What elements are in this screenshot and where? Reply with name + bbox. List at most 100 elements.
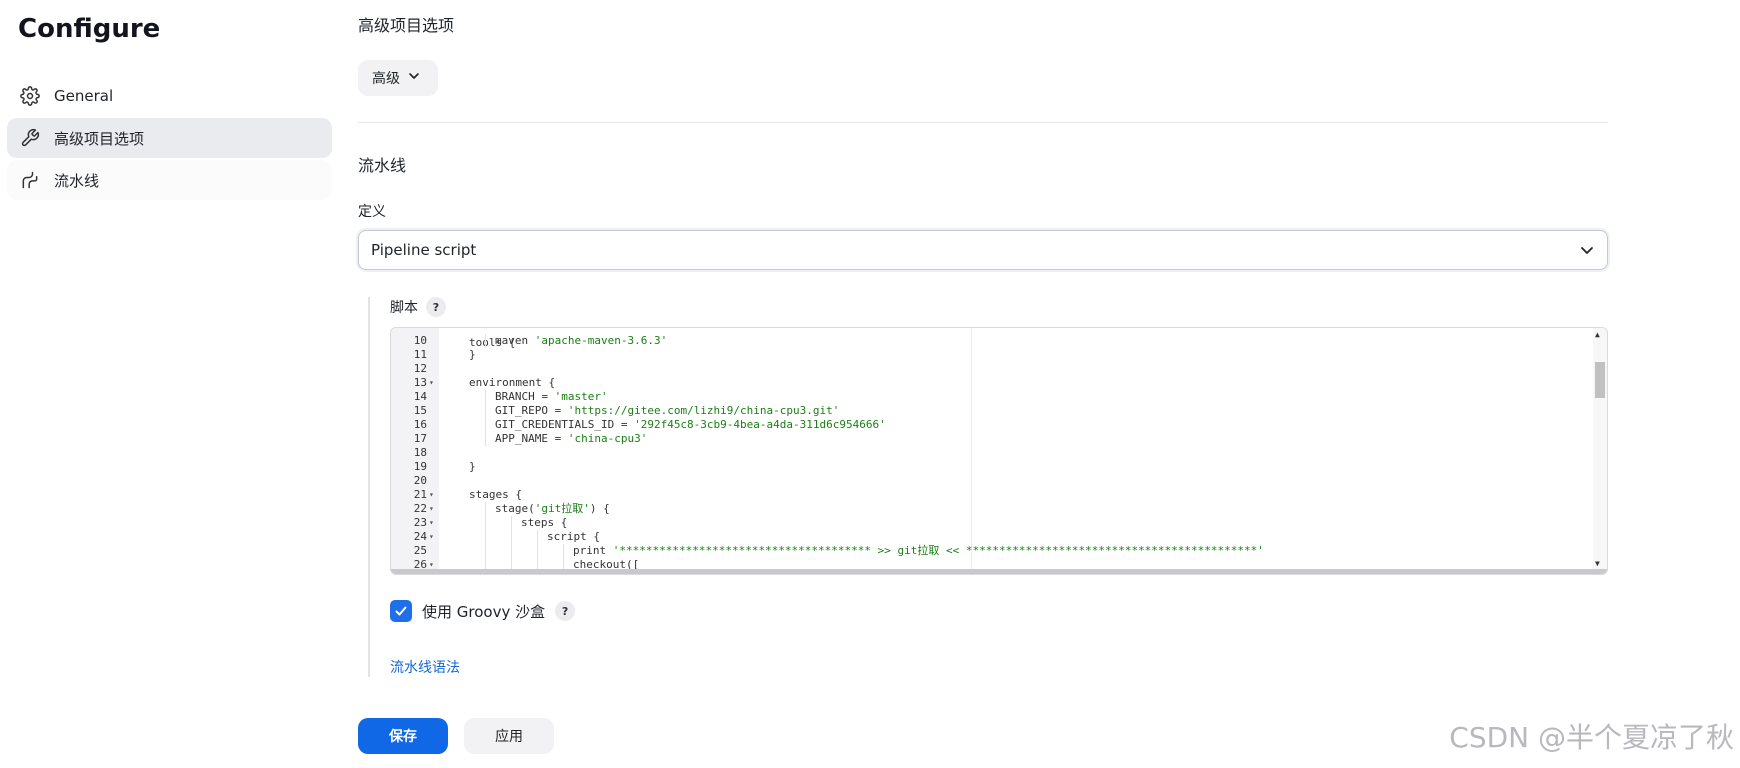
code-token: script { <box>547 530 600 543</box>
code-string: 'https://gitee.com/lizhi9/china-cpu3.git… <box>567 404 840 417</box>
indent-guide <box>485 544 486 558</box>
nested-section-indent <box>368 297 370 677</box>
line-number: 14 <box>413 390 427 403</box>
indent-guide <box>485 404 486 418</box>
help-icon[interactable]: ? <box>555 601 576 621</box>
code-text: GIT_CREDENTIALS_ID = '292f45c8-3cb9-4bea… <box>495 418 886 432</box>
script-label-text: 脚本 <box>390 300 418 316</box>
help-icon[interactable]: ? <box>426 297 446 317</box>
line-number: 13 <box>413 376 427 389</box>
code-line: 14 BRANCH = 'master' <box>391 390 1581 404</box>
fold-icon[interactable]: ▾ <box>429 488 434 502</box>
indent-guide <box>485 418 486 432</box>
code-line: 23 ▾ steps { <box>391 516 1581 530</box>
code-line: 16 GIT_CREDENTIALS_ID = '292f45c8-3cb9-4b… <box>391 418 1581 432</box>
chevron-down-icon <box>408 70 420 86</box>
code-token: maven <box>495 334 535 347</box>
code-text: } <box>469 460 476 474</box>
indent-guide <box>485 334 486 348</box>
code-token: } <box>469 348 476 361</box>
code-text: stages { <box>469 488 522 502</box>
sidebar-item-general[interactable]: General <box>7 76 332 116</box>
wrench-icon <box>19 127 41 149</box>
indent-guide <box>511 544 512 558</box>
definition-select[interactable]: Pipeline script <box>358 230 1608 270</box>
script-label: 脚本 ? <box>390 297 446 317</box>
advanced-dropdown-button[interactable]: 高级 <box>358 60 438 96</box>
code-text: } <box>469 348 476 362</box>
code-line: 12 <box>391 362 1581 376</box>
line-number: 18 <box>413 446 427 459</box>
indent-guide <box>485 530 486 544</box>
editor-scrollbar[interactable]: ▲ ▼ <box>1593 328 1607 574</box>
line-number: 24 <box>413 530 427 543</box>
pipeline-syntax-link[interactable]: 流水线语法 <box>390 657 460 677</box>
line-number: 10 <box>413 334 427 347</box>
watermark: CSDN @半个夏凉了秋 <box>1449 721 1734 754</box>
line-number: 22 <box>413 502 427 515</box>
code-line: 17 APP_NAME = 'china-cpu3' <box>391 432 1581 446</box>
code-token: stages { <box>469 488 522 501</box>
definition-label: 定义 <box>358 204 386 220</box>
scroll-down-icon[interactable]: ▼ <box>1595 559 1600 568</box>
code-text: environment { <box>469 376 555 390</box>
fold-icon[interactable]: ▾ <box>429 502 434 516</box>
code-text: BRANCH = 'master' <box>495 390 608 404</box>
code-line: 21 ▾ stages { <box>391 488 1581 502</box>
indent-guide <box>537 530 538 544</box>
line-number: 21 <box>413 488 427 501</box>
sidebar-item-advanced[interactable]: 高级项目选项 <box>7 118 332 158</box>
save-button[interactable]: 保存 <box>358 718 448 754</box>
line-number: 19 <box>413 460 427 473</box>
editor-horizontal-scrollbar[interactable] <box>391 569 1607 574</box>
indent-guide <box>485 502 486 516</box>
sidebar-item-label: 高级项目选项 <box>54 129 145 148</box>
code-line: 19} <box>391 460 1581 474</box>
code-token: BRANCH = <box>495 390 555 403</box>
section-title-advanced: 高级项目选项 <box>358 16 455 35</box>
groovy-sandbox-label: 使用 Groovy 沙盒 <box>422 602 546 621</box>
indent-guide <box>485 516 486 530</box>
code-token: APP_NAME = <box>495 432 568 445</box>
code-string: 'china-cpu3' <box>567 432 648 445</box>
code-line: 22 ▾ stage('git拉取') { <box>391 502 1581 516</box>
fold-icon[interactable]: ▾ <box>429 530 434 544</box>
code-line: 18 <box>391 446 1581 460</box>
code-text: maven 'apache-maven-3.6.3' <box>495 334 667 348</box>
apply-button[interactable]: 应用 <box>464 718 554 754</box>
code-line: 24 ▾ script { <box>391 530 1581 544</box>
indent-guide <box>563 544 564 558</box>
fold-icon[interactable]: ▾ <box>429 516 434 530</box>
code-token: print <box>573 544 613 557</box>
code-text: script { <box>547 530 600 544</box>
script-editor[interactable]: tools { 10 maven 'apache-maven-3.6.3' 11} 1… <box>390 327 1608 575</box>
definition-select-value: Pipeline script <box>371 241 477 259</box>
code-token: environment { <box>469 376 556 389</box>
fold-icon[interactable]: ▾ <box>429 376 434 390</box>
sidebar-item-label: General <box>54 87 114 105</box>
code-text: print '*********************************… <box>573 544 1264 558</box>
groovy-sandbox-option: 使用 Groovy 沙盒 ? <box>390 600 576 622</box>
line-number: 23 <box>413 516 427 529</box>
code-text: stage('git拉取') { <box>495 502 610 516</box>
code-string: 'master' <box>554 390 608 403</box>
code-line: 11} <box>391 348 1581 362</box>
gear-icon <box>19 85 41 107</box>
groovy-sandbox-checkbox[interactable] <box>390 600 412 622</box>
code-text: APP_NAME = 'china-cpu3' <box>495 432 647 446</box>
section-divider <box>358 122 1608 123</box>
sidebar-item-pipeline[interactable]: 流水线 <box>7 160 332 200</box>
code-string: '292f45c8-3cb9-4bea-a4da-311d6c954666' <box>634 418 886 431</box>
line-number: 16 <box>413 418 427 431</box>
line-number: 15 <box>413 404 427 417</box>
scrollbar-thumb[interactable] <box>1595 362 1605 398</box>
code-text: GIT_REPO = 'https://gitee.com/lizhi9/chi… <box>495 404 839 418</box>
line-number: 11 <box>413 348 427 361</box>
chevron-down-icon <box>1579 242 1595 262</box>
code-token: } <box>469 460 476 473</box>
code-token: GIT_CREDENTIALS_ID = <box>495 418 635 431</box>
code-string: '************************************** … <box>612 544 1264 557</box>
code-text: steps { <box>521 516 567 530</box>
code-line: 25 print '*******************************… <box>391 544 1581 558</box>
scroll-up-icon[interactable]: ▲ <box>1595 330 1600 339</box>
